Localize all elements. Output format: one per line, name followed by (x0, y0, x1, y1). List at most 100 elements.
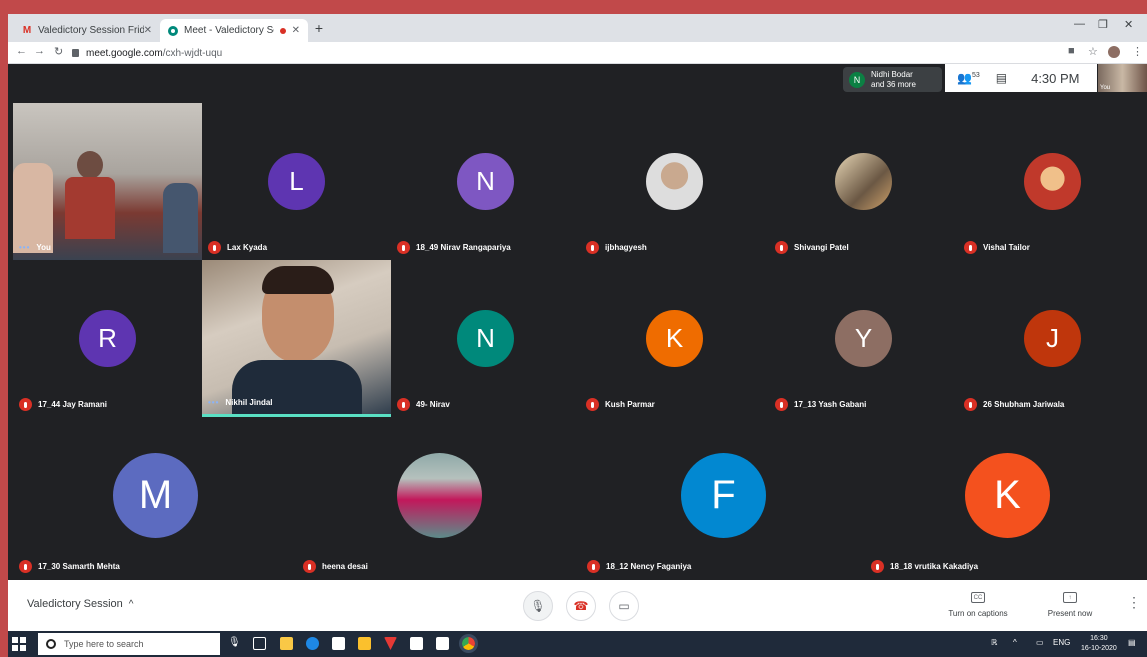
mic-off-icon (871, 560, 884, 573)
participant-tile[interactable]: M 17_30 Samarth Mehta (13, 417, 297, 580)
chevron-up-icon[interactable]: ^ (1013, 638, 1017, 647)
name-text: 18_12 Nency Faganiya (606, 562, 692, 571)
task-view-icon[interactable] (253, 637, 266, 650)
back-icon[interactable]: ← (16, 45, 27, 57)
participant-name: 18_12 Nency Faganiya (587, 560, 691, 573)
avatar: N (849, 71, 865, 88)
participant-tile[interactable]: ••• You (13, 103, 202, 260)
name-text: Kush Parmar (605, 400, 655, 409)
store-icon[interactable] (332, 637, 345, 650)
windows-start-icon[interactable] (12, 637, 26, 651)
captions-button[interactable]: Turn on captions (938, 609, 1018, 618)
participant-name: heena desai (303, 560, 368, 573)
close-tab-icon[interactable]: ✕ (144, 25, 152, 36)
meeting-title: Valedictory Session (27, 598, 123, 610)
network-icon[interactable]: ▭ (1036, 638, 1044, 647)
windows-taskbar: Type here to search 🎙 ℝ ^ ▭ ENG 16:30 16-… (8, 631, 1147, 657)
edge-icon[interactable] (306, 637, 319, 650)
participant-tile[interactable]: Vishal Tailor (958, 103, 1147, 260)
search-placeholder: Type here to search (64, 639, 144, 649)
participant-tile[interactable]: K Kush Parmar (580, 260, 769, 417)
self-label: You (1100, 85, 1111, 91)
participant-tile[interactable]: N 18_49 Nirav Rangapariya (391, 103, 580, 260)
sticky-notes-icon[interactable] (358, 637, 371, 650)
file-explorer-icon[interactable] (280, 637, 293, 650)
meeting-controls-bar: Valedictory Session ^ 🎙 ☎ ▭ CC Turn on ca… (8, 580, 1147, 631)
minimize-icon[interactable]: — (1074, 18, 1085, 30)
participant-tile[interactable]: heena desai (297, 417, 581, 580)
participant-grid: ••• You L Lax Kyada N 18_49 Nirav Rangapa… (8, 103, 1147, 580)
participant-tile[interactable]: L Lax Kyada (202, 103, 391, 260)
avatar: R (79, 310, 136, 367)
clock-date: 16-10-2020 (1081, 645, 1117, 652)
mail-icon[interactable] (436, 637, 449, 650)
participant-tile[interactable]: J 26 Shubham Jariwala (958, 260, 1147, 417)
captions-icon[interactable]: CC (971, 592, 985, 603)
avatar: M (113, 453, 198, 538)
microphone-button[interactable]: 🎙 (523, 591, 553, 621)
profile-photo (397, 453, 482, 538)
url-path: /cxh-wjdt-uqu (162, 47, 223, 59)
camera-app-icon[interactable] (410, 637, 423, 650)
chrome-icon[interactable] (459, 634, 478, 653)
participant-tile[interactable]: Y 17_13 Yash Gabani (769, 260, 958, 417)
tab-title: Valedictory Session Friday, Octol (38, 25, 144, 36)
name-text: Lax Kyada (227, 243, 268, 252)
mic-off-icon (775, 241, 788, 254)
participant-name: Shivangi Patel (775, 241, 849, 254)
leave-call-button[interactable]: ☎ (566, 591, 596, 621)
participant-name: ••• You (19, 243, 51, 252)
chat-icon[interactable]: ▤ (996, 71, 1007, 85)
url-field[interactable]: meet.google.com/cxh-wjdt-uqu (72, 45, 1072, 61)
tab-gmail[interactable]: M Valedictory Session Friday, Octol ✕ (14, 19, 160, 42)
language-indicator[interactable]: ENG (1053, 638, 1070, 647)
meeting-details-button[interactable]: Valedictory Session ^ (27, 598, 134, 610)
avatar: K (965, 453, 1050, 538)
app-icon[interactable] (384, 637, 397, 650)
avatar: K (646, 310, 703, 367)
mic-off-icon (587, 560, 600, 573)
mic-off-icon (775, 398, 788, 411)
system-clock[interactable]: 16:30 16-10-2020 (1081, 634, 1117, 654)
new-tab-button[interactable]: + (310, 20, 328, 36)
name-text: Nikhil Jindal (225, 398, 273, 407)
reload-icon[interactable]: ↻ (54, 45, 63, 58)
browser-menu-icon[interactable]: ⋮ (1132, 45, 1143, 58)
participant-tile[interactable]: R 17_44 Jay Ramani (13, 260, 202, 417)
forward-icon[interactable]: → (34, 45, 45, 57)
participant-tile[interactable]: N 49- Nirav (391, 260, 580, 417)
participant-tile[interactable]: K 18_18 vrutika Kakadiya (865, 417, 1147, 580)
tab-title: Meet - Valedictory Session (184, 25, 274, 36)
presence-name: Nidhi Bodar (871, 69, 913, 79)
bookmark-star-icon[interactable]: ☆ (1088, 45, 1098, 58)
address-bar: ← → ↻ meet.google.com/cxh-wjdt-uqu ■ ☆ ⋮ (8, 42, 1147, 64)
participant-name: Kush Parmar (586, 398, 655, 411)
present-icon[interactable]: ↑ (1063, 592, 1077, 603)
participant-tile[interactable]: F 18_12 Nency Faganiya (581, 417, 865, 580)
people-tray-icon[interactable]: ℝ (991, 638, 997, 647)
mic-off-icon (19, 560, 32, 573)
close-window-icon[interactable]: ✕ (1124, 18, 1133, 31)
participant-tile[interactable]: ijbhagyesh (580, 103, 769, 260)
name-text: Vishal Tailor (983, 243, 1030, 252)
participant-name: ijbhagyesh (586, 241, 647, 254)
taskbar-search[interactable]: Type here to search (38, 633, 220, 655)
camera-permission-icon[interactable]: ■ (1068, 45, 1075, 57)
microphone-icon[interactable]: 🎙 (228, 637, 241, 650)
people-icon: 👥 (957, 71, 972, 85)
participant-name: 18_49 Nirav Rangapariya (397, 241, 511, 254)
tab-meet[interactable]: Meet - Valedictory Session ✕ (160, 19, 308, 42)
self-view-thumbnail[interactable]: You (1098, 64, 1147, 92)
present-now-button[interactable]: Present now (1030, 609, 1110, 618)
participant-tile[interactable]: Shivangi Patel (769, 103, 958, 260)
restore-icon[interactable]: ❐ (1098, 18, 1108, 31)
notifications-icon[interactable]: ▤ (1128, 638, 1136, 647)
participant-name: 26 Shubham Jariwala (964, 398, 1064, 411)
camera-button[interactable]: ▭ (609, 591, 639, 621)
more-options-icon[interactable]: ⋮ (1127, 594, 1141, 611)
meet-header-actions: 👥53 ▤ 4:30 PM (945, 64, 1097, 92)
active-speaker-tile[interactable]: ••• Nikhil Jindal (202, 260, 391, 417)
close-tab-icon[interactable]: ✕ (292, 25, 300, 36)
profile-avatar[interactable] (1108, 46, 1120, 58)
participants-button[interactable]: 👥53 (957, 71, 980, 85)
